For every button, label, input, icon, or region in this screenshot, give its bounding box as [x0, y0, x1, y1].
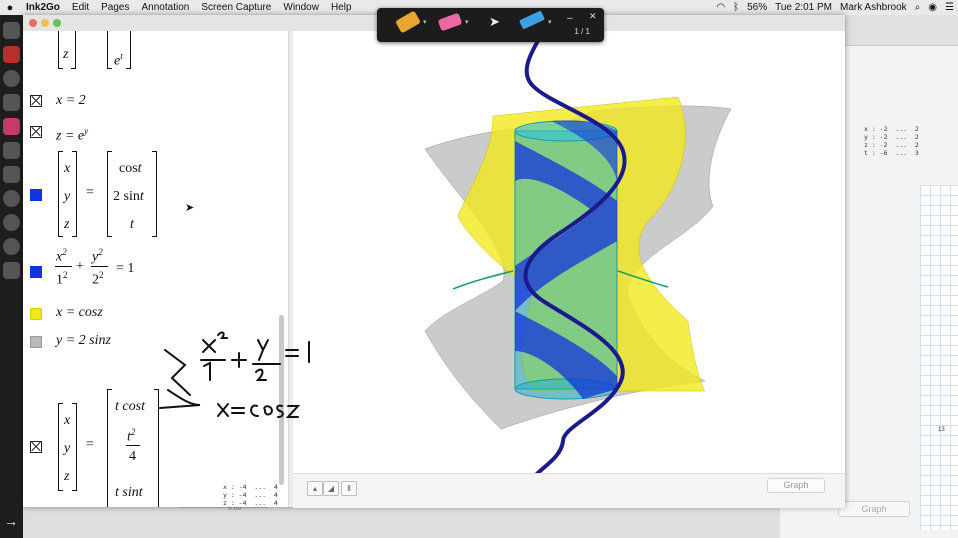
ink-letter-x [202, 339, 216, 353]
ink-arrow-stroke [159, 389, 201, 409]
ink-letter-y [257, 339, 269, 361]
chevron-down-icon[interactable]: ▾ [548, 18, 552, 26]
ink-plus [231, 352, 247, 368]
handwritten-annotation [159, 331, 310, 418]
highlighter-tool-icon[interactable] [519, 10, 545, 30]
chevron-down-icon[interactable]: ▾ [423, 18, 427, 26]
ink-arrow-stroke [164, 349, 191, 396]
pointer-tool-icon[interactable]: ➤ [489, 14, 500, 30]
pen-tool-icon[interactable] [394, 10, 422, 34]
ink-exponent [217, 331, 228, 339]
ink-annotation-layer [159, 331, 310, 418]
minimize-toolbar-icon[interactable]: – [567, 13, 573, 24]
eraser-tool-icon[interactable] [437, 12, 463, 32]
ink-digit [255, 368, 267, 381]
ink-equals [285, 349, 299, 357]
close-toolbar-icon[interactable]: ✕ [589, 11, 597, 22]
page-indicator: 1 / 1 [574, 27, 590, 36]
ink-digit [203, 361, 211, 381]
chevron-down-icon[interactable]: ▾ [465, 18, 469, 26]
ink2go-toolbar: ▾ ▾ ➤ ▾ – ✕ 1 / 1 [377, 8, 604, 42]
ink-x-eq-cosz [217, 403, 301, 418]
